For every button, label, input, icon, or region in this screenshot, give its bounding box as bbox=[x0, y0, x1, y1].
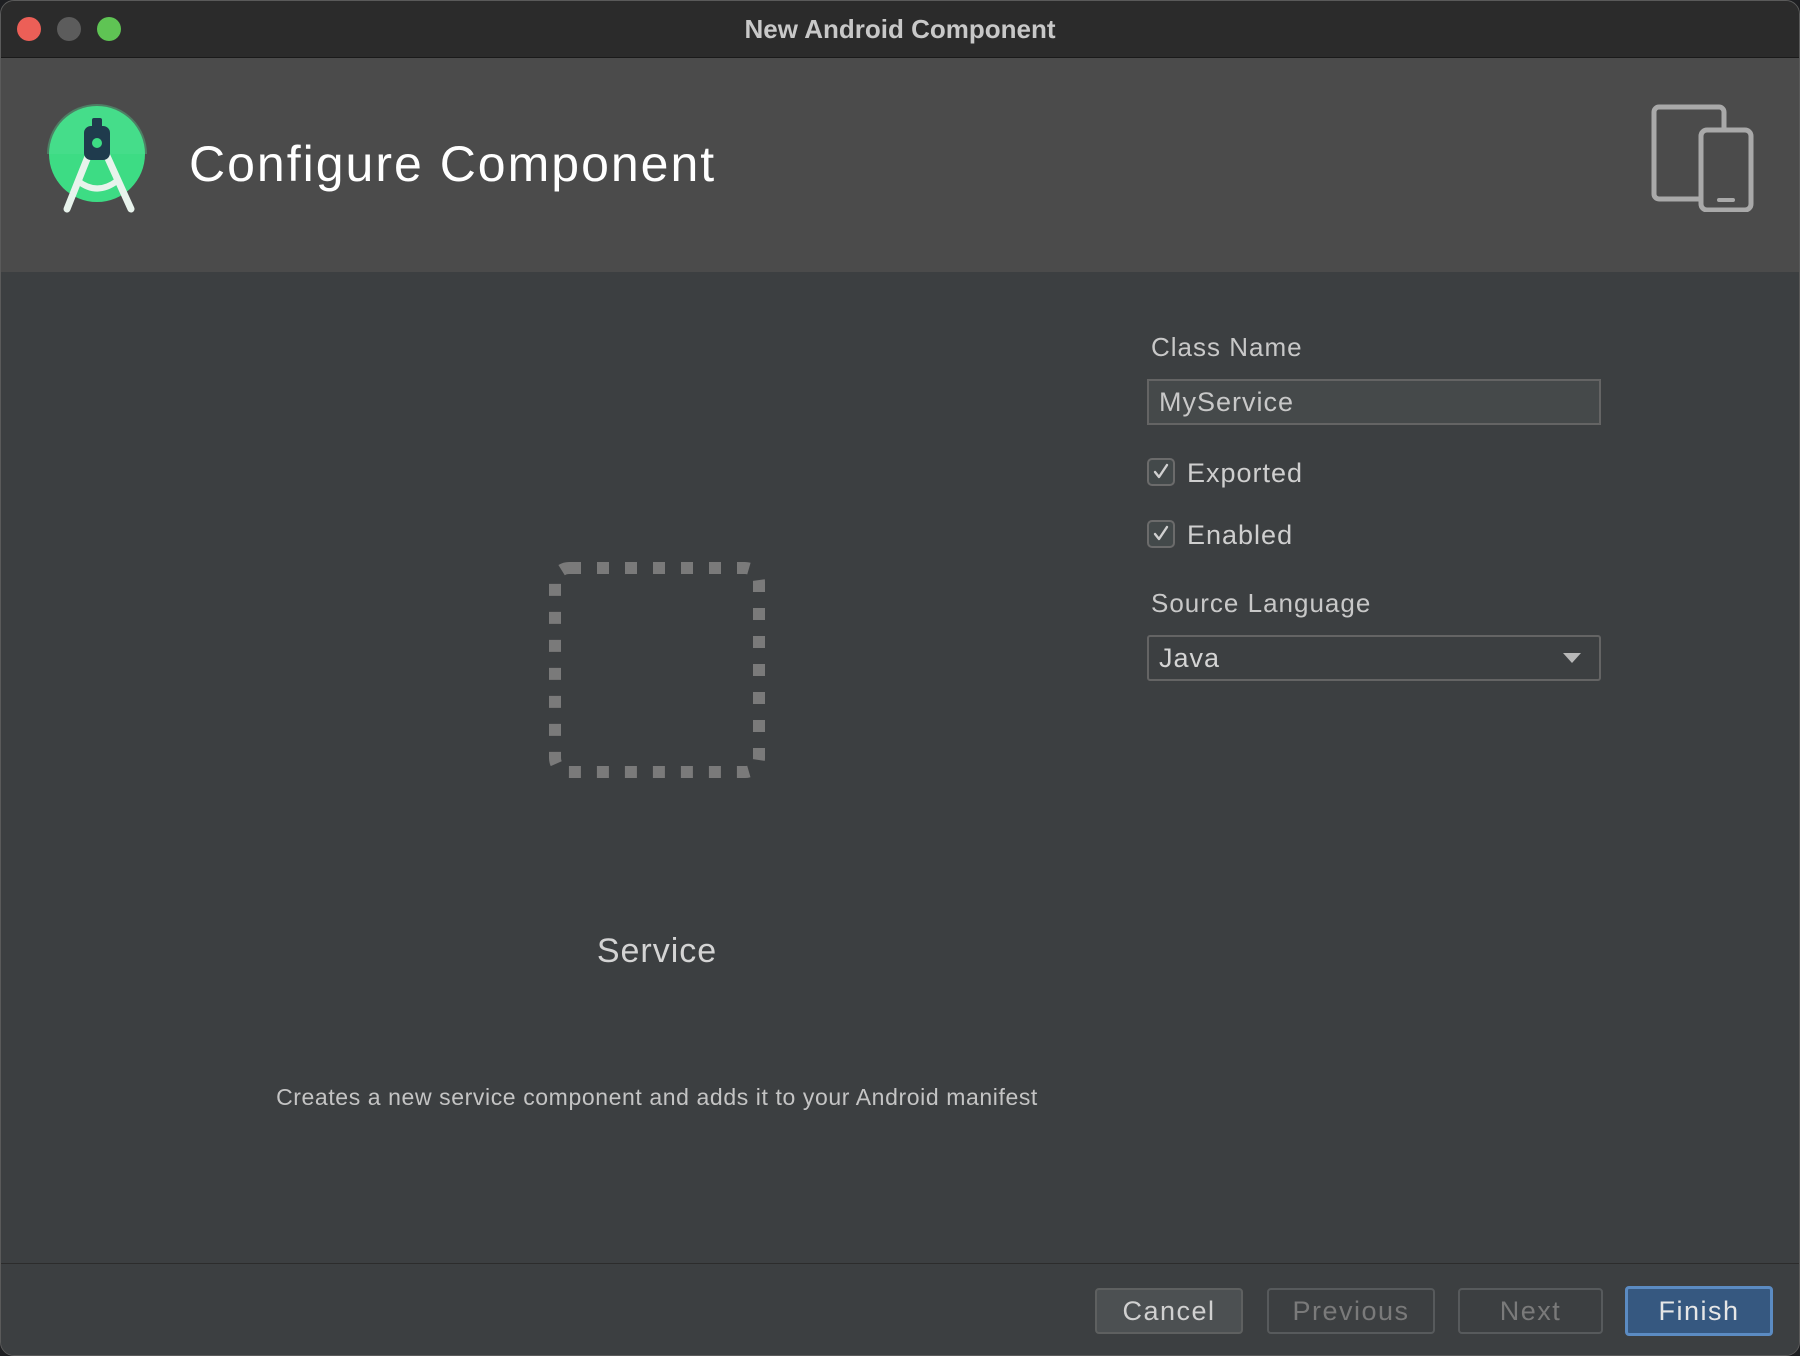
finish-button[interactable]: Finish bbox=[1625, 1286, 1773, 1336]
title-bar: New Android Component bbox=[1, 1, 1799, 58]
enabled-label[interactable]: Enabled bbox=[1187, 518, 1293, 552]
chevron-down-icon bbox=[1563, 653, 1581, 663]
checkmark-icon bbox=[1153, 525, 1169, 541]
wizard-header: Configure Component bbox=[1, 58, 1799, 272]
page-title: Configure Component bbox=[189, 136, 717, 192]
wizard-footer: Cancel Previous Next Finish bbox=[1, 1263, 1799, 1355]
component-description: Creates a new service component and adds… bbox=[276, 1084, 1038, 1110]
android-studio-logo-icon bbox=[47, 104, 147, 213]
enabled-checkbox[interactable] bbox=[1147, 520, 1175, 548]
source-language-select[interactable]: Java bbox=[1147, 635, 1601, 681]
checkmark-icon bbox=[1153, 463, 1169, 479]
window-title: New Android Component bbox=[744, 14, 1056, 44]
source-language-label: Source Language bbox=[1151, 588, 1372, 618]
source-language-value: Java bbox=[1159, 643, 1221, 673]
previous-button[interactable]: Previous bbox=[1267, 1288, 1435, 1334]
cancel-button[interactable]: Cancel bbox=[1095, 1288, 1243, 1334]
wizard-body: Service Creates a new service component … bbox=[1, 272, 1799, 1262]
class-name-label: Class Name bbox=[1151, 332, 1303, 362]
new-android-component-dialog: New Android Component Configure Componen… bbox=[0, 0, 1800, 1356]
exported-checkbox[interactable] bbox=[1147, 458, 1175, 486]
service-dashed-square-icon bbox=[549, 562, 765, 778]
class-name-input[interactable]: MyService bbox=[1147, 379, 1601, 425]
component-name: Service bbox=[596, 932, 718, 970]
devices-icon bbox=[1651, 104, 1754, 212]
exported-label[interactable]: Exported bbox=[1187, 456, 1303, 490]
next-button[interactable]: Next bbox=[1458, 1288, 1603, 1334]
